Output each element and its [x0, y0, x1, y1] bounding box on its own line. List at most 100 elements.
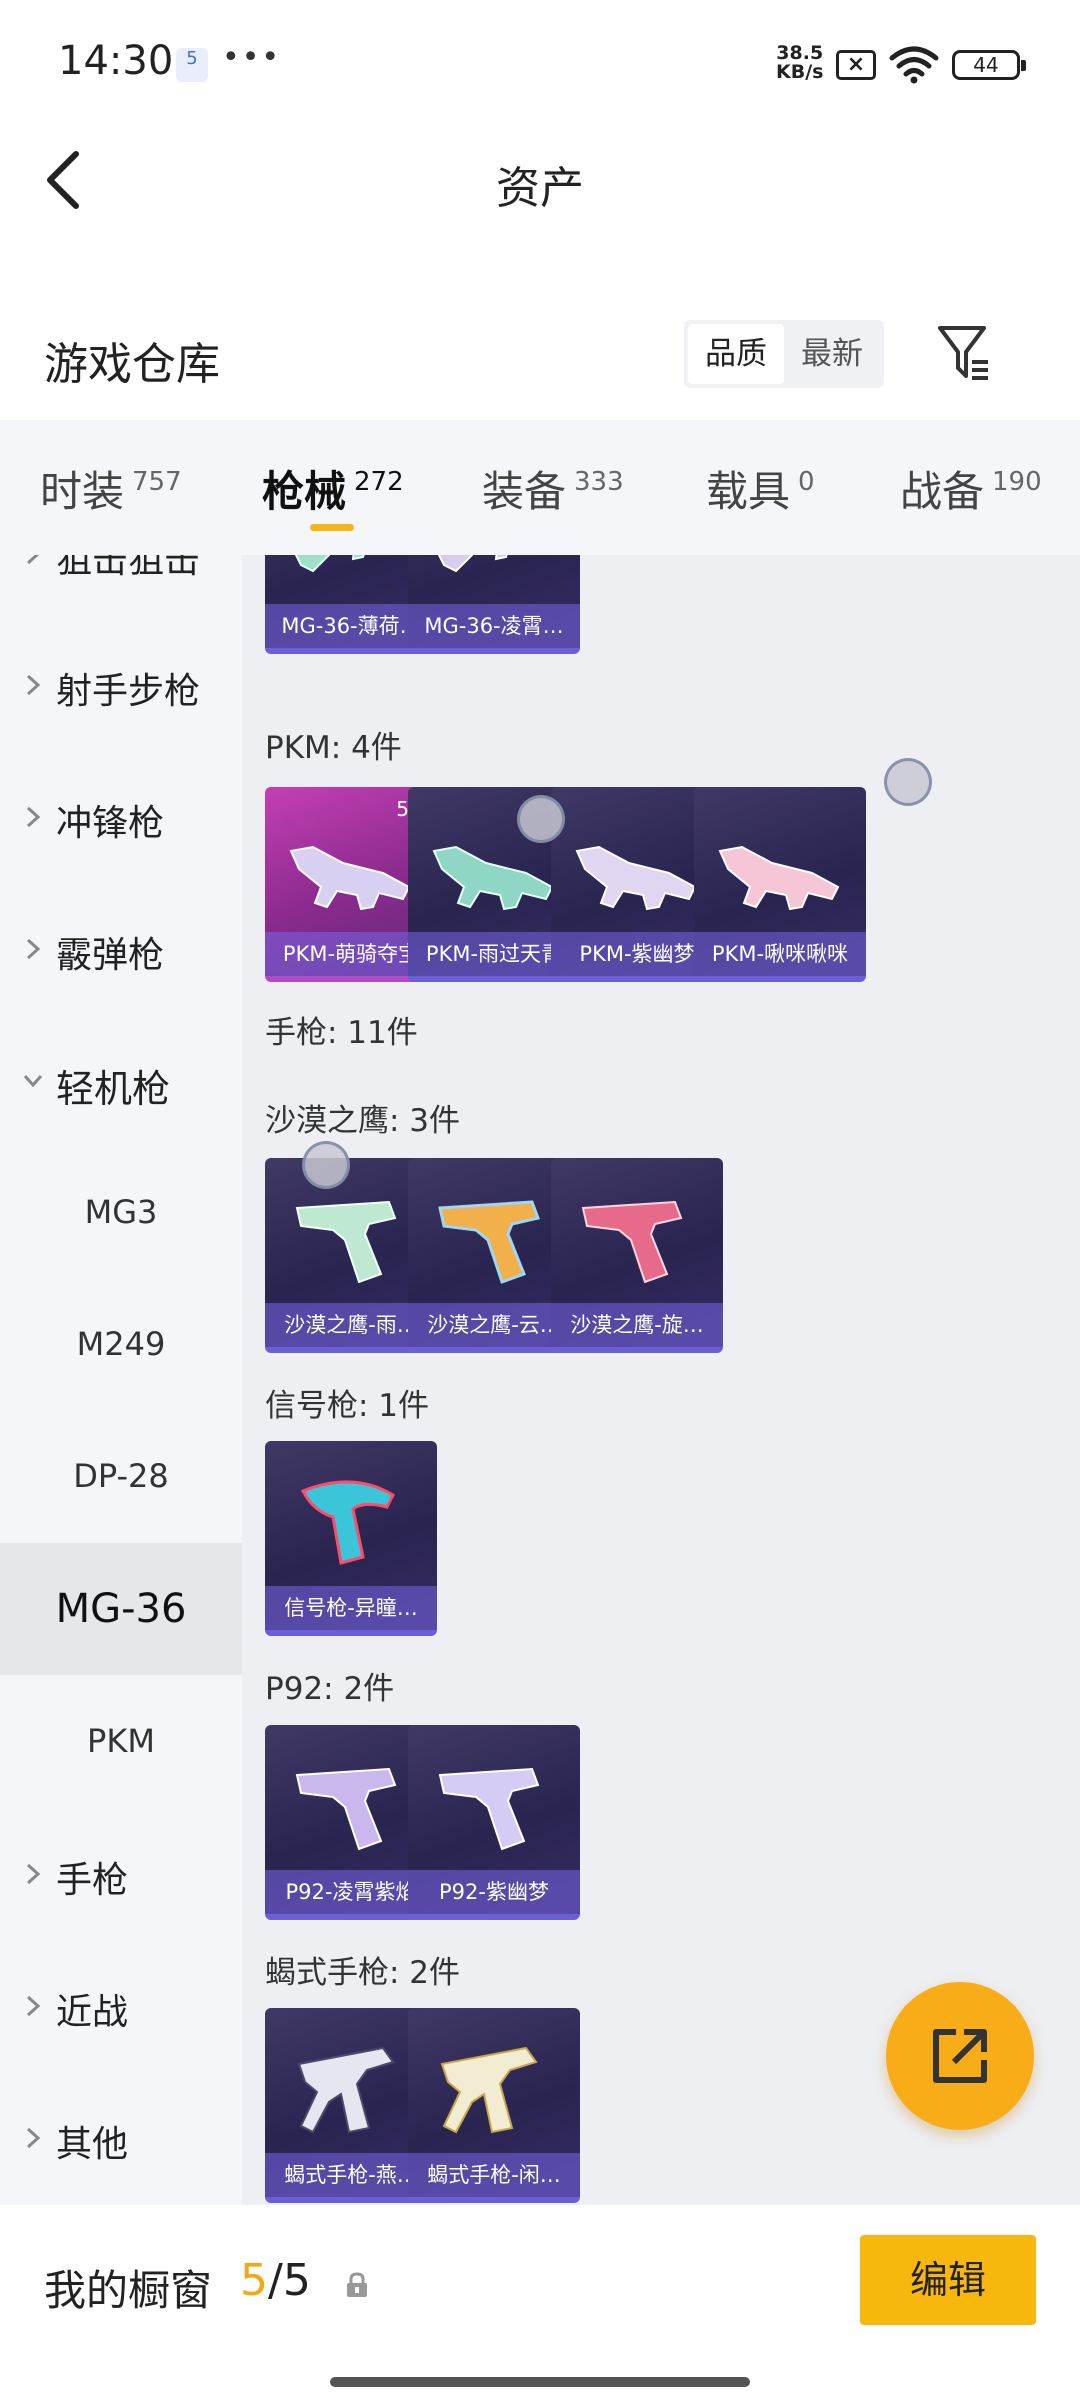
tab-vehicles[interactable]: 载具 0: [706, 458, 815, 519]
sort-by-newest[interactable]: 最新: [784, 324, 880, 384]
chevron-right-icon: [26, 1863, 41, 1885]
sidebar-subitem-pkm[interactable]: PKM: [0, 1675, 242, 1807]
sidebar-subitem-dp28[interactable]: DP-28: [0, 1410, 242, 1542]
sidebar-item-label: 狙击狙击: [56, 555, 201, 581]
lock-icon: [347, 2272, 367, 2297]
touch-indicator: [302, 1141, 350, 1189]
tab-label: 时装: [40, 467, 125, 516]
item-card[interactable]: P92-紫幽梦: [408, 1725, 580, 1920]
showcase-count: 5/5: [240, 2255, 311, 2306]
tab-label: 战备: [900, 467, 985, 516]
sidebar-subitem-m249[interactable]: M249: [0, 1278, 242, 1410]
sidebar-item-sniper[interactable]: 狙击狙击: [0, 555, 242, 619]
showcase-used: 5: [240, 2255, 268, 2306]
filter-icon[interactable]: [936, 322, 992, 384]
machine-gun-icon: [575, 845, 697, 911]
sidebar-item-label: 手枪: [56, 1860, 129, 1901]
tab-count: 333: [574, 467, 624, 497]
sidebar-item-smg[interactable]: 冲锋枪: [0, 750, 242, 882]
tab-label: 枪械: [262, 467, 347, 516]
sort-by-quality[interactable]: 品质: [688, 324, 784, 384]
item-name: 沙漠之鹰-旋…: [551, 1303, 723, 1347]
tab-firearms[interactable]: 枪械 272: [262, 458, 404, 519]
wifi-icon: [889, 46, 939, 84]
chevron-right-icon: [26, 674, 41, 696]
item-card[interactable]: 沙漠之鹰-旋…: [551, 1158, 723, 1353]
group-label: 沙漠之鹰: 3件: [265, 1103, 461, 1139]
tab-equipment[interactable]: 装备 333: [482, 458, 624, 519]
group-label: 蝎式手枪: 2件: [265, 1955, 461, 1991]
pistol-icon: [438, 1767, 540, 1851]
item-card[interactable]: 蝎式手枪-闲…: [408, 2008, 580, 2203]
showcase-bar: 我的橱窗 5/5 编辑: [0, 2205, 1080, 2400]
rifle-icon: [437, 555, 508, 573]
network-speed-unit: KB/s: [776, 61, 824, 83]
chevron-right-icon: [26, 1995, 41, 2017]
tab-label: 装备: [482, 467, 567, 516]
warehouse-header: 游戏仓库 品质 最新: [0, 300, 1080, 410]
pistol-icon: [295, 1767, 397, 1851]
group-label: 信号枪: 1件: [265, 1388, 430, 1424]
rifle-icon: [294, 555, 365, 573]
pistol-icon: [581, 1200, 683, 1284]
share-icon: [933, 2029, 987, 2083]
showcase-label: 我的橱窗: [44, 2266, 213, 2315]
sidebar-item-label: 其他: [56, 2124, 129, 2165]
tab-gear[interactable]: 战备 190: [900, 458, 1042, 519]
chevron-right-icon: [26, 555, 40, 565]
item-name: 信号枪-异瞳…: [265, 1586, 437, 1630]
sidebar-item-lmg[interactable]: 轻机枪: [0, 1014, 242, 1146]
tab-count: 757: [132, 467, 182, 497]
showcase-total: /5: [268, 2255, 311, 2306]
item-name: MG-36-凌霄…: [408, 604, 580, 648]
share-button[interactable]: [886, 1982, 1034, 2130]
home-indicator[interactable]: [330, 2377, 750, 2387]
page-title: 资产: [496, 163, 584, 214]
item-card[interactable]: PKM-啾咪啾咪: [694, 787, 866, 982]
sidebar-item-other[interactable]: 其他: [0, 2071, 242, 2203]
sidebar-item-label: 轻机枪: [56, 1067, 171, 1111]
chevron-right-icon: [26, 938, 41, 960]
sidebar-item-marksman[interactable]: 射手步枪: [0, 618, 242, 750]
touch-indicator: [517, 795, 565, 843]
tab-fashion[interactable]: 时装 757: [40, 458, 182, 519]
chevron-down-icon: [23, 1075, 43, 1088]
group-label: PKM: 4件: [265, 730, 402, 766]
sidebar-item-melee[interactable]: 近战: [0, 1939, 242, 2071]
status-time: 14:30: [58, 38, 174, 84]
touch-indicator: [884, 758, 932, 806]
sidebar-subitem-mg3[interactable]: MG3: [0, 1146, 242, 1278]
machine-gun-icon: [718, 845, 840, 911]
sidebar-item-label: 射手步枪: [56, 671, 201, 712]
notification-app-icon: 5: [176, 48, 208, 82]
no-sim-icon: ×: [836, 50, 876, 80]
sidebar-subitem-mg36[interactable]: MG-36: [0, 1543, 242, 1675]
sidebar-item-label: 冲锋枪: [56, 803, 165, 844]
item-card[interactable]: MG-36-凌霄…: [408, 555, 580, 654]
smg-pistol-icon: [297, 2046, 395, 2134]
flare-gun-icon: [300, 1480, 395, 1565]
category-sidebar: 狙击狙击 射手步枪 冲锋枪 霰弹枪 轻机枪 MG3 M249 DP-28 MG-…: [0, 555, 242, 2205]
item-name: P92-紫幽梦: [408, 1870, 580, 1914]
sort-toggle: 品质 最新: [684, 320, 884, 388]
edit-button[interactable]: 编辑: [860, 2235, 1036, 2325]
item-card[interactable]: 信号枪-异瞳…: [265, 1441, 437, 1636]
warehouse-title: 游戏仓库: [44, 339, 220, 390]
category-tabs: 时装 757 枪械 272 装备 333 载具 0 战备 190: [0, 420, 1080, 555]
more-notifications-icon: •••: [222, 40, 282, 75]
item-grid: MG-36-薄荷… MG-36-凌霄… PKM: 4件 5级 PKM-萌骑夺宝 …: [242, 555, 1080, 2205]
item-name: PKM-啾咪啾咪: [694, 932, 866, 976]
battery-indicator: 44: [952, 50, 1026, 80]
sidebar-item-shotgun[interactable]: 霰弹枪: [0, 882, 242, 1014]
item-name: 蝎式手枪-闲…: [408, 2153, 580, 2197]
chevron-right-icon: [26, 2127, 41, 2149]
smg-pistol-icon: [440, 2046, 538, 2134]
group-label: P92: 2件: [265, 1671, 395, 1707]
tab-count: 0: [798, 467, 815, 497]
sidebar-item-label: 近战: [56, 1992, 129, 2033]
status-bar: 14:30 5 ••• 38.5 KB/s × 44: [0, 0, 1080, 130]
sidebar-item-pistol[interactable]: 手枪: [0, 1807, 242, 1939]
tab-label: 载具: [706, 467, 791, 516]
app-header: 资产: [0, 130, 1080, 230]
pistol-icon: [438, 1200, 541, 1284]
